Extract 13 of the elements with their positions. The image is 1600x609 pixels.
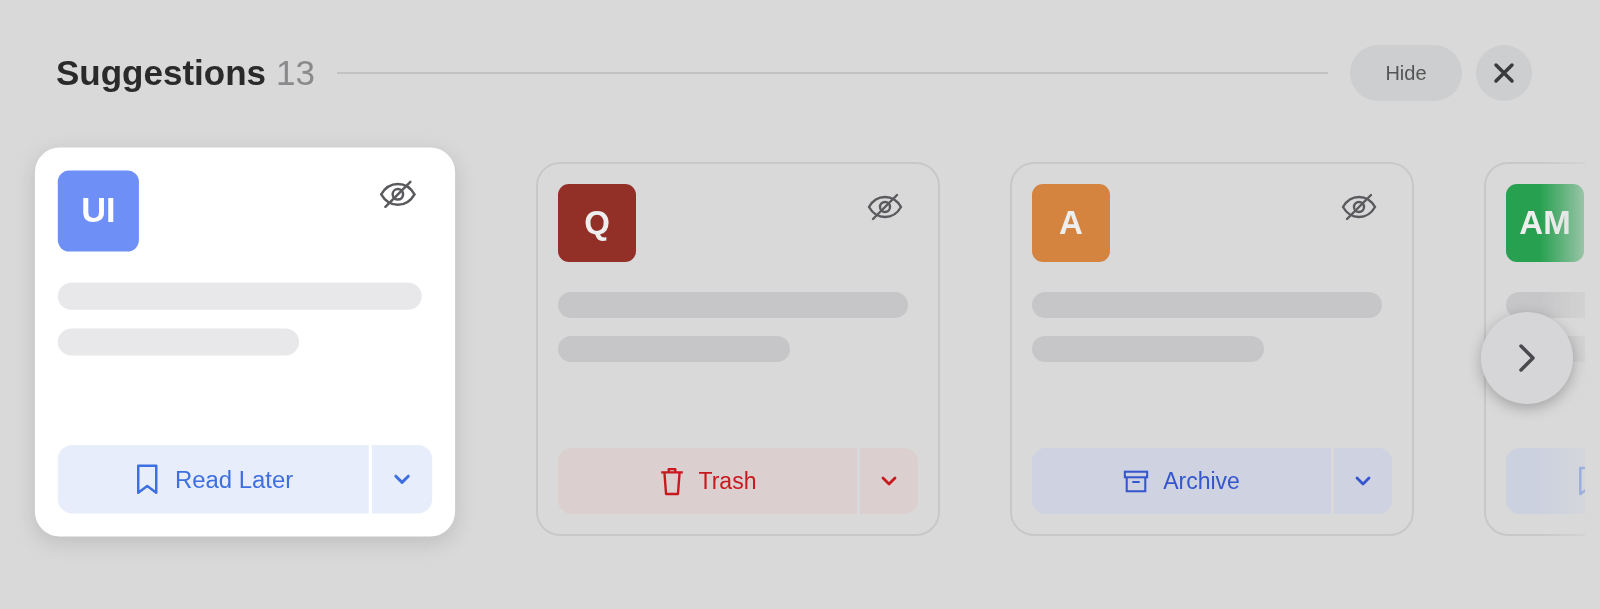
- action-button[interactable]: Trash: [558, 448, 857, 514]
- suggestion-card[interactable]: A Archive: [1010, 162, 1414, 536]
- avatar: Q: [558, 184, 636, 262]
- suggestion-card[interactable]: UI Read Later: [34, 147, 456, 537]
- hide-button[interactable]: Hide: [1350, 45, 1462, 101]
- action-button[interactable]: Read Later: [57, 444, 369, 514]
- section-title: Suggestions: [56, 53, 267, 93]
- avatar: AM: [1506, 184, 1584, 262]
- avatar: UI: [57, 170, 139, 252]
- suggestion-count: 13: [276, 53, 315, 93]
- suggestion-card[interactable]: Q Trash: [536, 162, 940, 536]
- avatar: A: [1032, 184, 1110, 262]
- action-button[interactable]: Archive: [1032, 448, 1331, 514]
